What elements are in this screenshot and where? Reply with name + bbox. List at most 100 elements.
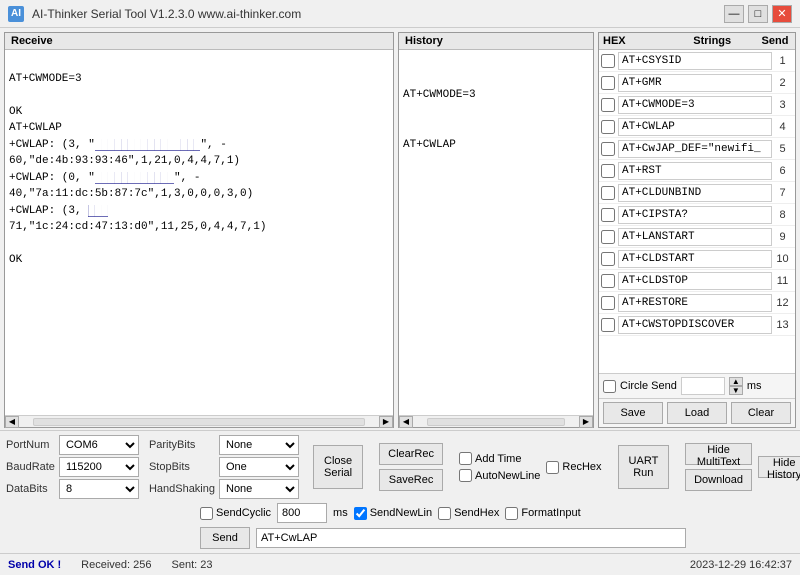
receive-body[interactable]: AT+CWMODE=3 OK AT+CWLAP +CWLAP: (3, "███… <box>5 50 393 415</box>
mt-send-6[interactable]: 6 <box>772 165 793 177</box>
receive-header: Receive <box>5 33 393 50</box>
mt-check-5[interactable] <box>601 142 615 156</box>
mt-input-6[interactable] <box>618 162 772 180</box>
send-cyclic-checkbox[interactable] <box>200 507 213 520</box>
mt-check-7[interactable] <box>601 186 615 200</box>
mt-check-4[interactable] <box>601 120 615 134</box>
cyclic-ms-input[interactable] <box>277 503 327 523</box>
mt-check-9[interactable] <box>601 230 615 244</box>
mt-input-1[interactable] <box>618 52 772 70</box>
mt-send-11[interactable]: 11 <box>772 275 793 287</box>
hist-scroll-left[interactable]: ◀ <box>399 416 413 428</box>
maximize-button[interactable]: □ <box>748 5 768 23</box>
download-button[interactable]: Download <box>685 469 752 491</box>
hist-scroll-right[interactable]: ▶ <box>579 416 593 428</box>
mt-input-10[interactable] <box>618 250 772 268</box>
mt-send-10[interactable]: 10 <box>772 253 793 265</box>
top-panels: Receive AT+CWMODE=3 OK AT+CWLAP +CWLAP: … <box>0 28 596 430</box>
send-hex-checkbox[interactable] <box>438 507 451 520</box>
spin-down-btn[interactable]: ▼ <box>729 386 743 395</box>
receive-scrollbar-h[interactable]: ◀ ▶ <box>5 415 393 427</box>
mt-input-13[interactable] <box>618 316 772 334</box>
mt-input-7[interactable] <box>618 184 772 202</box>
scroll-left-arrow[interactable]: ◀ <box>5 416 19 428</box>
history-scrollbar-h[interactable]: ◀ ▶ <box>399 415 593 427</box>
hand-select[interactable]: None <box>219 479 299 499</box>
data-select[interactable]: 8 <box>59 479 139 499</box>
circle-send-checkbox[interactable] <box>603 380 616 393</box>
history-item[interactable]: AT+CWMODE=3 <box>403 87 589 104</box>
mt-input-8[interactable] <box>618 206 772 224</box>
main-content: Receive AT+CWMODE=3 OK AT+CWLAP +CWLAP: … <box>0 28 800 430</box>
uart-run-button[interactable]: UART Run <box>618 445 670 489</box>
clear-button[interactable]: Clear <box>731 402 791 424</box>
circle-send-spinner: ▲ ▼ <box>729 377 743 395</box>
mt-input-9[interactable] <box>618 228 772 246</box>
add-time-row: Add Time <box>459 452 540 465</box>
mt-send-3[interactable]: 3 <box>772 99 793 111</box>
mt-send-1[interactable]: 1 <box>772 55 793 67</box>
port-select[interactable]: COM6 <box>59 435 139 455</box>
mt-input-3[interactable] <box>618 96 772 114</box>
parity-select[interactable]: None <box>219 435 299 455</box>
clear-rec-button[interactable]: ClearRec <box>379 443 443 465</box>
hide-multitext-button[interactable]: Hide MultiText <box>685 443 752 465</box>
close-button[interactable]: ✕ <box>772 5 792 23</box>
mt-send-5[interactable]: 5 <box>772 143 793 155</box>
send-input[interactable] <box>256 528 686 548</box>
mt-send-7[interactable]: 7 <box>772 187 793 199</box>
history-body[interactable]: AT+CWMODE=3 AT+CWLAP <box>399 50 593 415</box>
mt-check-6[interactable] <box>601 164 615 178</box>
circle-send-ms-input[interactable]: 500 <box>681 377 725 395</box>
mt-row-10: 10 <box>599 248 795 270</box>
mt-send-9[interactable]: 9 <box>772 231 793 243</box>
send-button[interactable]: Send <box>200 527 250 549</box>
mt-check-12[interactable] <box>601 296 615 310</box>
hide-history-button[interactable]: Hide History <box>758 456 800 478</box>
ms-label: ms <box>747 380 762 392</box>
stop-label: StopBits <box>149 457 215 477</box>
save-button[interactable]: Save <box>603 402 663 424</box>
spin-up-btn[interactable]: ▲ <box>729 377 743 386</box>
mt-check-13[interactable] <box>601 318 615 332</box>
mt-send-12[interactable]: 12 <box>772 297 793 309</box>
scroll-track[interactable] <box>33 418 365 426</box>
hist-scroll-track[interactable] <box>427 418 565 426</box>
mt-col-send-label: Send <box>759 35 791 47</box>
mt-input-12[interactable] <box>618 294 772 312</box>
rec-hex-checkbox[interactable] <box>546 461 559 474</box>
history-item[interactable]: AT+CWLAP <box>403 137 589 154</box>
send-cyclic-row: SendCyclic <box>200 507 271 520</box>
circle-send-row: Circle Send 500 ▲ ▼ ms <box>599 373 795 398</box>
scroll-right-arrow[interactable]: ▶ <box>379 416 393 428</box>
send-newline-checkbox[interactable] <box>354 507 367 520</box>
minimize-button[interactable]: — <box>724 5 744 23</box>
load-button[interactable]: Load <box>667 402 727 424</box>
mt-check-2[interactable] <box>601 76 615 90</box>
mt-check-10[interactable] <box>601 252 615 266</box>
stop-select[interactable]: One <box>219 457 299 477</box>
mt-row-5: 5 <box>599 138 795 160</box>
format-input-checkbox[interactable] <box>505 507 518 520</box>
mt-send-8[interactable]: 8 <box>772 209 793 221</box>
mt-row-13: 13 <box>599 314 795 336</box>
mt-send-13[interactable]: 13 <box>772 319 793 331</box>
ctrl-row1: PortNum COM6 BaudRate 115200 DataBits 8 … <box>6 435 794 499</box>
mt-check-3[interactable] <box>601 98 615 112</box>
mt-check-11[interactable] <box>601 274 615 288</box>
mt-check-8[interactable] <box>601 208 615 222</box>
send-cyclic-label: SendCyclic <box>216 507 271 519</box>
baud-select[interactable]: 115200 <box>59 457 139 477</box>
auto-newline-checkbox[interactable] <box>459 469 472 482</box>
mt-input-2[interactable] <box>618 74 772 92</box>
add-time-checkbox[interactable] <box>459 452 472 465</box>
mt-send-2[interactable]: 2 <box>772 77 793 89</box>
mt-input-11[interactable] <box>618 272 772 290</box>
mt-send-4[interactable]: 4 <box>772 121 793 133</box>
close-serial-button[interactable]: Close Serial <box>313 445 363 489</box>
mt-input-4[interactable] <box>618 118 772 136</box>
mt-input-5[interactable] <box>618 140 772 158</box>
save-rec-button[interactable]: SaveRec <box>379 469 443 491</box>
mt-check-1[interactable] <box>601 54 615 68</box>
hide-btns: Hide MultiText Download <box>685 443 752 491</box>
